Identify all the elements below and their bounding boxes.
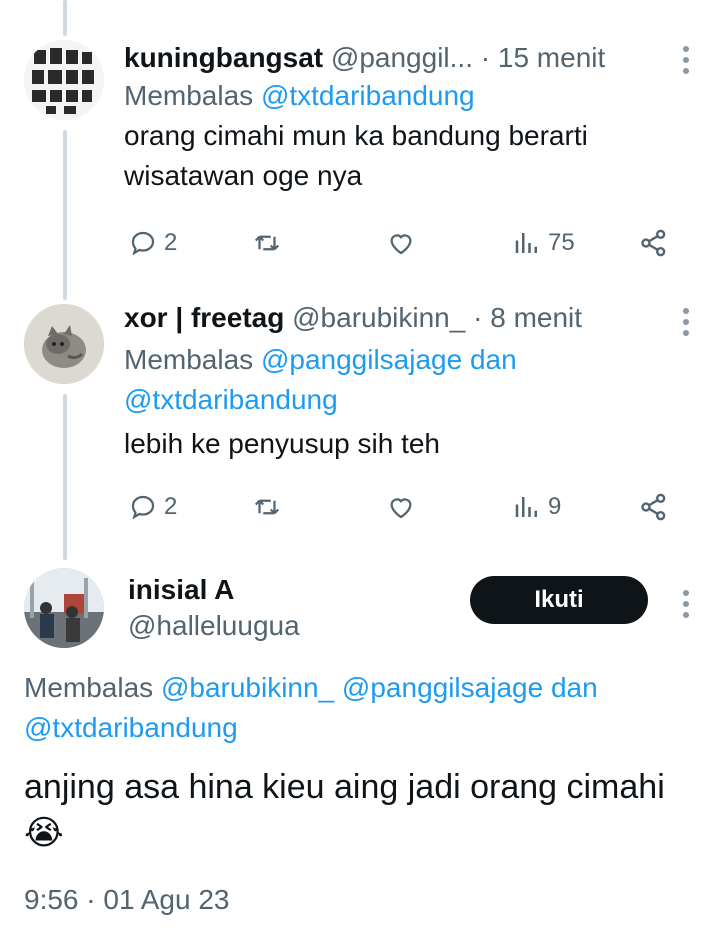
avatar[interactable] — [24, 304, 104, 384]
replying-to: Membalas @panggilsajage dan @txtdariband… — [124, 340, 696, 420]
replying-prefix: Membalas — [124, 80, 254, 111]
tweet-header: kuningbangsat @panggil... · 15 menit — [124, 40, 696, 76]
views-icon — [515, 497, 537, 517]
tweet-text: anjing asa hina kieu aing jadi orang cim… — [24, 764, 684, 856]
tweet-1[interactable]: kuningbangsat @panggil... · 15 menit Mem… — [0, 0, 720, 290]
retweet-button[interactable] — [252, 223, 282, 263]
share-icon — [641, 229, 666, 257]
tweet-text-body: anjing asa hina kieu aing jadi orang cim… — [24, 768, 665, 806]
replying-prefix: Membalas — [24, 672, 154, 703]
retweet-button[interactable] — [252, 487, 282, 527]
crying-emoji-icon: 😭 — [24, 814, 64, 852]
more-icon[interactable] — [682, 308, 690, 336]
replying-prefix: Membalas — [124, 344, 254, 375]
follow-button[interactable]: Ikuti — [470, 576, 648, 624]
like-icon — [390, 234, 412, 255]
mention-link[interactable]: @txtdaribandung — [124, 384, 338, 415]
avatar[interactable] — [24, 568, 104, 648]
user-handle[interactable]: @halleluugua — [128, 608, 300, 644]
display-name[interactable]: inisial A — [128, 572, 234, 608]
retweet-icon — [254, 499, 280, 515]
user-handle[interactable]: @barubikinn_ — [292, 302, 465, 333]
user-handle[interactable]: @panggil... — [331, 42, 473, 73]
avatar-cat-image — [24, 304, 104, 384]
tweet-header: xor | freetag @barubikinn_ · 8 menit — [124, 300, 696, 336]
tweet-actions: 2 75 — [124, 223, 696, 263]
share-icon — [641, 493, 666, 521]
reply-button[interactable]: 2 — [128, 223, 177, 263]
mention-link[interactable]: @txtdaribandung — [261, 80, 475, 111]
retweet-icon — [254, 235, 280, 251]
mention-link[interactable]: @txtdaribandung — [24, 712, 238, 743]
more-icon[interactable] — [682, 46, 690, 74]
views-count: 75 — [548, 229, 575, 256]
tweet-time[interactable]: · 8 menit — [473, 302, 582, 333]
replying-to: Membalas @barubikinn_ @panggilsajage dan… — [24, 668, 684, 748]
views-count: 9 — [548, 493, 562, 520]
avatar-collage-image — [24, 40, 104, 120]
tweet-2[interactable]: xor | freetag @barubikinn_ · 8 menit Mem… — [0, 300, 720, 550]
reply-button[interactable]: 2 — [128, 487, 177, 527]
display-name[interactable]: xor | freetag — [124, 302, 284, 333]
tweet-timestamp[interactable]: 9:56 · 01 Agu 23 — [24, 880, 230, 920]
tweet-actions: 2 9 — [124, 487, 696, 527]
reply-icon — [131, 495, 155, 520]
like-icon — [390, 498, 412, 519]
tweet-time[interactable]: · 15 menit — [481, 42, 606, 73]
replying-to: Membalas @txtdaribandung — [124, 76, 696, 116]
more-icon[interactable] — [682, 590, 690, 618]
reply-count: 2 — [164, 493, 178, 520]
like-button[interactable] — [386, 223, 416, 263]
tweet-text: orang cimahi mun ka bandung berarti wisa… — [124, 120, 588, 191]
share-button[interactable] — [638, 223, 670, 263]
mention-link[interactable]: @barubikinn_ @panggilsajage dan — [161, 672, 598, 703]
reply-icon — [131, 231, 155, 256]
mention-link[interactable]: @panggilsajage dan — [261, 344, 517, 375]
avatar-photo-image — [24, 568, 104, 648]
avatar[interactable] — [24, 40, 104, 120]
views-icon — [515, 233, 537, 253]
views-button[interactable]: 9 — [512, 487, 561, 527]
tweet-text: lebih ke penyusup sih teh — [124, 428, 440, 459]
display-name[interactable]: kuningbangsat — [124, 42, 323, 73]
like-button[interactable] — [386, 487, 416, 527]
views-button[interactable]: 75 — [512, 223, 575, 263]
reply-count: 2 — [164, 229, 178, 256]
share-button[interactable] — [638, 487, 670, 527]
